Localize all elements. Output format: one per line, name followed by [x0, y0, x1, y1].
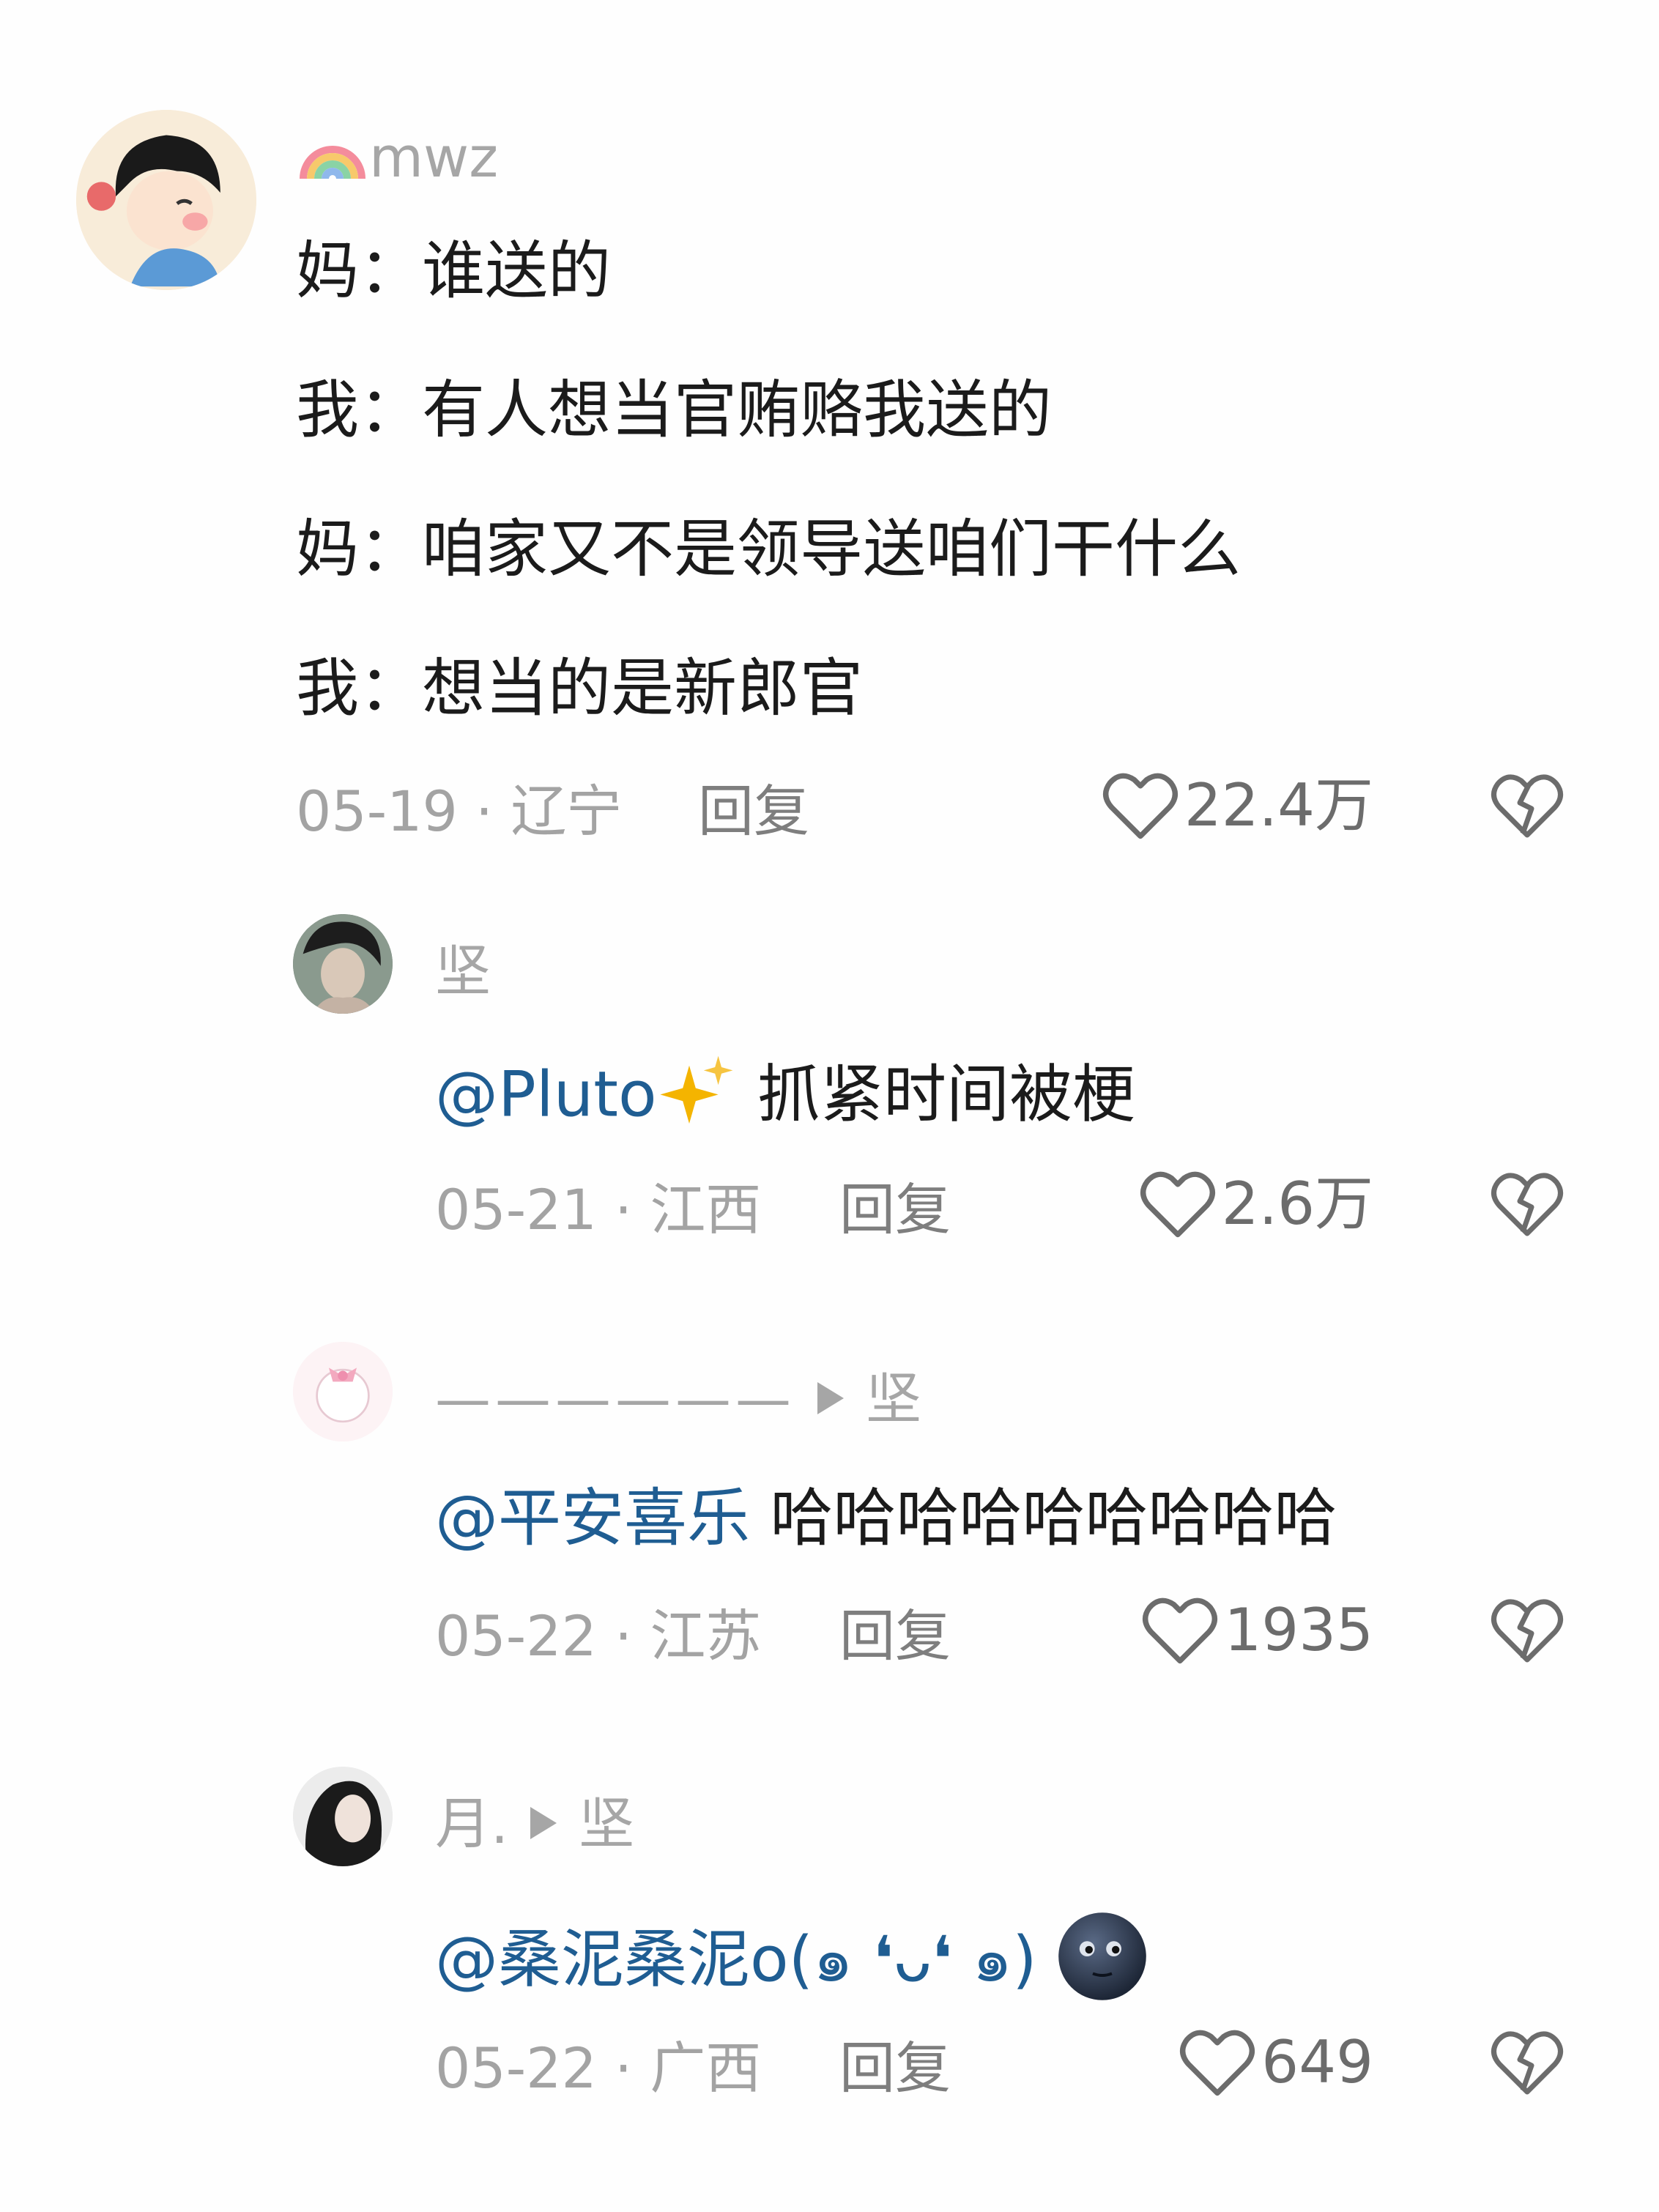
- heart-icon: [1180, 2030, 1255, 2096]
- broken-heart-icon[interactable]: [1491, 1595, 1564, 1666]
- reply-button[interactable]: 回复: [839, 2041, 951, 2096]
- comment-text: @Pluto 抓紧时间被梗: [435, 1055, 1135, 1139]
- mention-link[interactable]: @桑泥桑泥: [435, 1923, 750, 1996]
- comment-body: o(๑ ❛ᴗ❛ ๑): [750, 1923, 1037, 1997]
- sparkles-icon: [660, 1055, 733, 1124]
- avatar[interactable]: [293, 1767, 393, 1866]
- broken-heart-icon[interactable]: [1491, 1169, 1564, 1239]
- avatar[interactable]: [76, 110, 256, 290]
- like-button[interactable]: 2.6万: [1140, 1169, 1373, 1239]
- comment-date-location: 05-21 · 江西: [435, 1177, 762, 1242]
- comment-line: 妈：咱家又不是领导送咱们干什么: [296, 513, 1241, 586]
- like-button[interactable]: 22.4万: [1102, 771, 1373, 841]
- comment-text: @桑泥桑泥o(๑ ❛ᴗ❛ ๑): [435, 1912, 1150, 2011]
- comment-body: 哈哈哈哈哈哈哈哈哈: [750, 1482, 1337, 1555]
- reply-target[interactable]: 坚: [866, 1366, 921, 1431]
- heart-icon: [1143, 1597, 1218, 1664]
- like-button[interactable]: 649: [1179, 2027, 1373, 2098]
- like-count: 22.4万: [1184, 771, 1373, 839]
- heart-icon: [1140, 1171, 1215, 1238]
- avatar[interactable]: [293, 914, 393, 1014]
- like-count: 1935: [1224, 1596, 1373, 1664]
- comment-date-location: 05-19 · 辽宁: [296, 779, 623, 844]
- comment-username[interactable]: 月. 坚: [435, 1796, 634, 1852]
- rainbow-icon: [300, 146, 365, 179]
- comment-line: 我：有人想当官贿赂我送的: [296, 374, 1052, 447]
- comment-body: 抓紧时间被梗: [737, 1058, 1135, 1132]
- new-moon-face-icon: [1058, 1912, 1146, 2000]
- comment-line: 我：想当的是新郎官: [296, 652, 863, 725]
- heart-icon: [1102, 773, 1178, 839]
- comment-line: 妈：谁送的: [296, 234, 611, 308]
- mention-link[interactable]: @平安喜乐: [435, 1482, 750, 1555]
- reply-arrow-icon: [817, 1382, 844, 1414]
- comment-username[interactable]: mwz: [296, 125, 498, 198]
- comment-username[interactable]: —————— 坚: [435, 1371, 921, 1427]
- username-text: ——————: [435, 1366, 795, 1431]
- mention-link[interactable]: @Pluto: [435, 1058, 657, 1131]
- like-count: 649: [1261, 2028, 1373, 2096]
- username-text: 月.: [435, 1791, 509, 1856]
- comment-date-location: 05-22 · 广西: [435, 2035, 762, 2101]
- like-count: 2.6万: [1221, 1170, 1373, 1238]
- comment-text: @平安喜乐 哈哈哈哈哈哈哈哈哈: [435, 1487, 1337, 1550]
- comment-username[interactable]: 坚: [435, 943, 491, 999]
- reply-arrow-icon: [530, 1807, 557, 1839]
- avatar[interactable]: [293, 1342, 393, 1441]
- like-button[interactable]: 1935: [1142, 1595, 1373, 1666]
- reply-button[interactable]: 回复: [698, 784, 809, 839]
- broken-heart-icon[interactable]: [1491, 2027, 1564, 2098]
- username-text: mwz: [369, 125, 499, 190]
- comment-date-location: 05-22 · 江苏: [435, 1603, 762, 1669]
- broken-heart-icon[interactable]: [1491, 771, 1564, 841]
- reply-button[interactable]: 回复: [839, 1608, 951, 1664]
- reply-target[interactable]: 坚: [579, 1791, 634, 1856]
- reply-button[interactable]: 回复: [839, 1182, 951, 1238]
